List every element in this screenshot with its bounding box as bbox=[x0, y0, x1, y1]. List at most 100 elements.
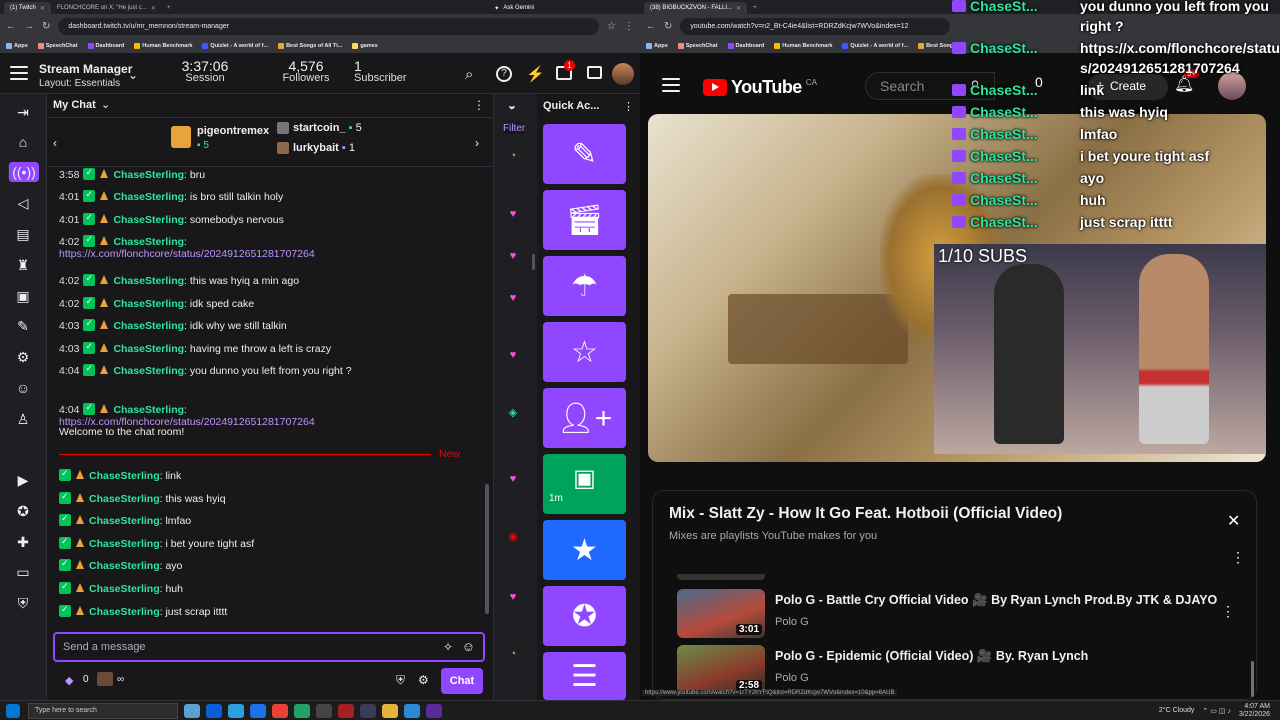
search-icon[interactable]: ⌕ bbox=[465, 66, 473, 83]
stream-key-icon[interactable]: ⚡ bbox=[526, 65, 545, 83]
clock[interactable]: 4:07 AM 3/22/2026 bbox=[1239, 703, 1270, 718]
video-thumbnail[interactable]: 2:58 bbox=[677, 645, 765, 694]
hamburger-icon[interactable] bbox=[662, 78, 680, 92]
chat-username[interactable]: ChaseSterling bbox=[113, 191, 184, 203]
settings-icon[interactable]: ⚙ bbox=[13, 347, 33, 367]
chat-username[interactable]: ChaseSterling bbox=[113, 236, 184, 248]
chat-send-button[interactable]: Chat bbox=[441, 668, 483, 694]
video-title[interactable]: Polo G - Epidemic (Official Video) 🎥 By.… bbox=[775, 649, 1088, 664]
bookmark-human-benchmark[interactable]: Human Benchmark bbox=[774, 42, 832, 49]
analytics-icon[interactable]: ▤ bbox=[13, 224, 33, 244]
chat-username[interactable]: ChaseSterling bbox=[89, 493, 160, 505]
chevron-left-icon[interactable]: ‹ bbox=[53, 136, 57, 150]
channel-name[interactable]: Polo G bbox=[775, 672, 1088, 684]
chat-username[interactable]: ChaseSterling bbox=[113, 169, 184, 181]
folder-icon[interactable] bbox=[382, 703, 398, 718]
gifter-name[interactable]: startcoin_ ▪ 5 bbox=[293, 122, 362, 134]
menu-icon[interactable]: ⋮ bbox=[624, 21, 634, 32]
more-icon[interactable]: ⋮ bbox=[1221, 603, 1235, 620]
close-icon[interactable]: ✕ bbox=[151, 5, 156, 12]
more-icon[interactable]: ⋮ bbox=[473, 98, 485, 112]
chevron-down-icon[interactable]: ⌄ bbox=[507, 99, 516, 112]
chat-username[interactable]: ChaseSterling bbox=[89, 560, 160, 572]
achievements-icon[interactable]: ✪ bbox=[13, 501, 33, 521]
feature-button[interactable]: ☆ bbox=[543, 322, 626, 382]
gifter-name[interactable]: pigeontremex bbox=[197, 125, 269, 137]
edit-stream-info-button[interactable]: ✎ bbox=[543, 124, 626, 184]
filter-button[interactable]: Filter bbox=[503, 123, 526, 134]
tab-x[interactable]: FLONCHCORE on X: "He just c... ✕ bbox=[51, 2, 161, 14]
bookmark-speechchat[interactable]: SpeechChat bbox=[37, 42, 78, 49]
bookmark-quizlet[interactable]: Quizlet - A world of f... bbox=[202, 42, 268, 49]
chrome-icon[interactable] bbox=[272, 703, 288, 718]
close-icon[interactable]: ✕ bbox=[40, 5, 45, 12]
bookmark-human-benchmark[interactable]: Human Benchmark bbox=[134, 42, 192, 49]
bookmark-games[interactable]: games bbox=[352, 42, 378, 49]
weather-widget-icon[interactable] bbox=[184, 703, 200, 718]
plugins-icon[interactable]: ✚ bbox=[13, 532, 33, 552]
new-tab-button[interactable]: + bbox=[161, 2, 177, 14]
bookmark-apps[interactable]: Apps bbox=[6, 42, 28, 49]
app-icon[interactable] bbox=[338, 703, 354, 718]
ad-button[interactable]: ▣ 1m bbox=[543, 454, 626, 514]
chat-username[interactable]: ChaseSterling bbox=[113, 320, 184, 332]
channel-points-icon[interactable]: ◆ bbox=[65, 674, 73, 687]
emote-picker-icon[interactable]: ☺ bbox=[462, 639, 475, 654]
chat-username[interactable]: ChaseSterling bbox=[89, 470, 160, 482]
shield-icon[interactable]: ⛨ bbox=[396, 673, 405, 688]
ask-gemini-button[interactable]: ✦ Ask Gemini bbox=[488, 2, 540, 14]
chevron-down-icon[interactable]: ⌄ bbox=[128, 68, 138, 82]
chat-username[interactable]: ChaseSterling bbox=[89, 538, 160, 550]
chat-input[interactable]: Send a message ✧ ☺ bbox=[53, 632, 485, 662]
stream-manager-icon[interactable]: ((•)) bbox=[8, 162, 39, 182]
bookmark-best-songs[interactable]: Best Songs of All Ti... bbox=[278, 42, 342, 49]
bookmark-apps[interactable]: Apps bbox=[646, 42, 668, 49]
chat-username[interactable]: ChaseSterling bbox=[113, 404, 184, 416]
obs-icon[interactable] bbox=[426, 703, 442, 718]
drops-button[interactable]: ☂ bbox=[543, 256, 626, 316]
rewards-button[interactable]: ✪ bbox=[543, 586, 626, 646]
reload-icon[interactable]: ↻ bbox=[42, 21, 50, 32]
back-icon[interactable]: ← bbox=[646, 21, 656, 32]
video-title[interactable]: Polo G - Battle Cry Official Video 🎥 By … bbox=[775, 593, 1217, 608]
teams-icon[interactable] bbox=[228, 703, 244, 718]
tab-youtube[interactable]: (38) BIGBUCKZVON - FALLI... ✕ bbox=[644, 2, 748, 14]
more-icon[interactable]: ⋮ bbox=[1231, 549, 1245, 566]
more-icon[interactable]: ⋮ bbox=[623, 100, 634, 113]
tray-icons[interactable]: ⌃ ▭ ◫ ♪ bbox=[1202, 707, 1230, 715]
extensions-icon[interactable]: ♙ bbox=[13, 409, 33, 429]
new-tab-button[interactable]: + bbox=[747, 2, 763, 14]
playlist-item[interactable]: 3:01 Polo G - Battle Cry Official Video … bbox=[677, 589, 1217, 638]
channel-name[interactable]: Polo G bbox=[775, 616, 1217, 628]
video-icon[interactable]: ▶ bbox=[13, 470, 33, 490]
app-icon[interactable] bbox=[404, 703, 420, 718]
close-icon[interactable]: ✕ bbox=[736, 5, 741, 12]
gear-icon[interactable]: ⚙ bbox=[418, 673, 429, 687]
reload-icon[interactable]: ↻ bbox=[664, 21, 672, 32]
whispers-icon[interactable] bbox=[587, 66, 602, 79]
chat-username[interactable]: ChaseSterling bbox=[89, 606, 160, 618]
collapse-icon[interactable]: ⇥ bbox=[13, 102, 33, 122]
chevron-right-icon[interactable]: › bbox=[475, 136, 479, 150]
playlist-item[interactable]: 2:58 Polo G - Epidemic (Official Video) … bbox=[677, 645, 1088, 694]
content-icon[interactable]: ▣ bbox=[13, 286, 33, 306]
community-icon[interactable]: ♜ bbox=[13, 255, 33, 275]
edge-icon[interactable] bbox=[206, 703, 222, 718]
app-icon[interactable] bbox=[360, 703, 376, 718]
safety-icon[interactable]: ⛨ bbox=[13, 593, 33, 613]
gifter-name[interactable]: lurkybait ▪ 1 bbox=[293, 142, 355, 154]
close-icon[interactable]: ✕ bbox=[1227, 511, 1240, 531]
xbox-icon[interactable] bbox=[294, 703, 310, 718]
bookmark-dashboard[interactable]: Dashboard bbox=[87, 42, 124, 49]
raid-button[interactable]: 👤︎+ bbox=[543, 388, 626, 448]
back-icon[interactable]: ← bbox=[6, 21, 16, 32]
chat-scrollbar[interactable] bbox=[485, 484, 489, 614]
help-icon[interactable]: ? bbox=[496, 66, 512, 82]
bookmark-speechchat[interactable]: SpeechChat bbox=[677, 42, 718, 49]
home-icon[interactable]: ⌂ bbox=[13, 132, 33, 152]
tab-twitch[interactable]: (1) Twitch ✕ bbox=[4, 2, 51, 14]
chrome-icon[interactable] bbox=[250, 703, 266, 718]
avatar[interactable] bbox=[612, 63, 634, 85]
hamburger-icon[interactable] bbox=[10, 66, 28, 80]
url-input[interactable]: dashboard.twitch.tv/u/mr_memnon/stream-m… bbox=[58, 17, 600, 35]
